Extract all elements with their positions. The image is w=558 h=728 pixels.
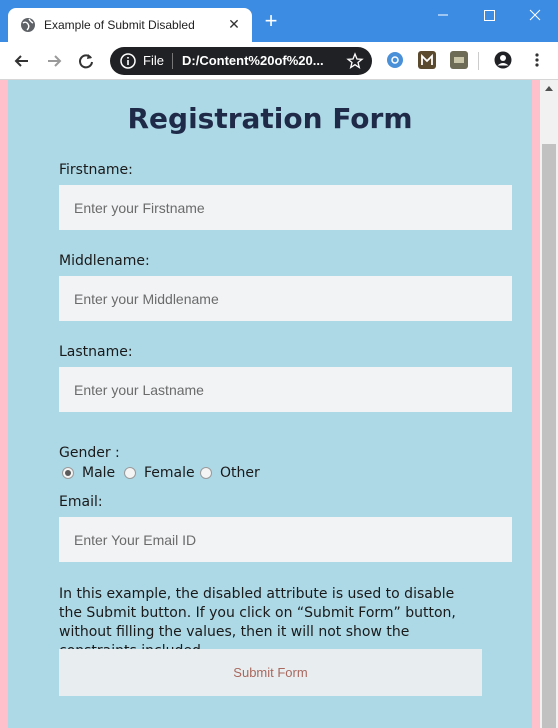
body-margin-right bbox=[532, 80, 540, 728]
bookmark-star-icon[interactable] bbox=[346, 52, 364, 70]
middlename-input[interactable] bbox=[59, 276, 512, 321]
firstname-label: Firstname: bbox=[59, 162, 133, 178]
page-title: Registration Form bbox=[127, 102, 413, 135]
email-input[interactable] bbox=[59, 517, 512, 562]
gender-female-radio[interactable] bbox=[124, 467, 136, 479]
kebab-menu-icon[interactable] bbox=[528, 51, 546, 69]
lastname-input[interactable] bbox=[59, 367, 512, 412]
back-arrow-icon[interactable] bbox=[12, 51, 32, 71]
browser-toolbar: File D:/Content%20of%20... bbox=[0, 42, 558, 80]
extension-m-icon[interactable] bbox=[418, 51, 436, 69]
email-label: Email: bbox=[59, 494, 103, 510]
body-margin-left bbox=[0, 80, 8, 728]
omnibox-divider bbox=[172, 53, 173, 69]
vertical-scrollbar[interactable] bbox=[540, 80, 558, 728]
minimize-icon bbox=[438, 14, 448, 16]
extension-box-icon[interactable] bbox=[450, 51, 468, 69]
profile-avatar-icon[interactable] bbox=[494, 51, 512, 69]
toolbar-divider bbox=[478, 52, 479, 70]
window-close-button[interactable] bbox=[512, 0, 558, 30]
gender-label: Gender : bbox=[59, 445, 120, 461]
lastname-label: Lastname: bbox=[59, 344, 133, 360]
url-scheme-label: File bbox=[143, 53, 164, 68]
address-bar[interactable]: File D:/Content%20of%20... bbox=[110, 47, 372, 75]
minimize-button[interactable] bbox=[420, 0, 466, 30]
firstname-input[interactable] bbox=[59, 185, 512, 230]
gender-other-label[interactable]: Other bbox=[220, 465, 260, 481]
submit-form-button[interactable]: Submit Form bbox=[59, 649, 482, 696]
maximize-icon bbox=[484, 10, 495, 21]
registration-page: Registration Form Firstname: Middlename:… bbox=[8, 80, 532, 728]
maximize-button[interactable] bbox=[466, 0, 512, 30]
reload-icon[interactable] bbox=[76, 51, 96, 71]
close-icon bbox=[529, 9, 541, 21]
scrollbar-thumb[interactable] bbox=[542, 144, 556, 728]
middlename-label: Middlename: bbox=[59, 253, 150, 269]
gender-male-radio[interactable] bbox=[62, 467, 74, 479]
globe-icon bbox=[21, 18, 35, 32]
gender-male-label[interactable]: Male bbox=[82, 465, 115, 481]
new-tab-button[interactable]: + bbox=[262, 10, 280, 32]
extension-at-icon[interactable] bbox=[386, 51, 404, 69]
forward-arrow-icon[interactable] bbox=[44, 51, 64, 71]
info-icon[interactable] bbox=[120, 53, 136, 69]
gender-female-label[interactable]: Female bbox=[144, 465, 195, 481]
browser-titlebar: Example of Submit Disabled ✕ + bbox=[0, 0, 558, 42]
browser-tab[interactable]: Example of Submit Disabled ✕ bbox=[8, 8, 252, 42]
scroll-up-arrow-icon[interactable] bbox=[544, 84, 554, 92]
url-text[interactable]: D:/Content%20of%20... bbox=[182, 53, 324, 68]
tab-title: Example of Submit Disabled bbox=[44, 18, 195, 32]
gender-other-radio[interactable] bbox=[200, 467, 212, 479]
tab-close-icon[interactable]: ✕ bbox=[226, 16, 242, 32]
